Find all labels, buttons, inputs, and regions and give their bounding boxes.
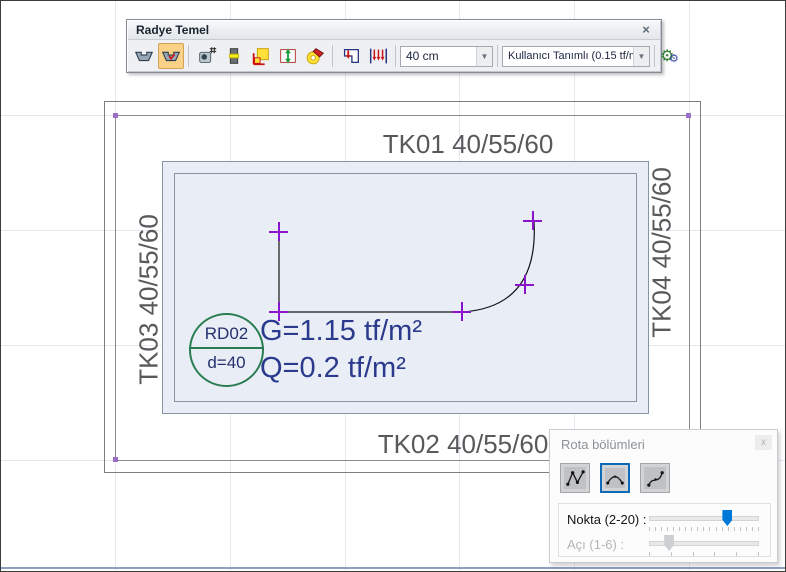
route-point-handle[interactable] — [515, 275, 534, 294]
toolbar-titlebar[interactable]: Radye Temel × — [128, 21, 660, 40]
slider-ticks — [649, 527, 759, 531]
pile-column-button[interactable] — [221, 43, 247, 69]
arc-mode-button[interactable] — [600, 463, 630, 493]
slider-track[interactable] — [649, 516, 759, 521]
thickness-value: 40 cm — [406, 49, 439, 63]
foundation-settings-icon — [198, 47, 216, 63]
erase-region-icon — [306, 48, 324, 65]
region-load-icon — [343, 48, 359, 64]
route-point-handle[interactable] — [452, 302, 471, 321]
soil-load-combobox[interactable]: Kullanıcı Tanımlı (0.15 tf/m² ▼ — [502, 45, 650, 67]
toolbar-separator — [332, 45, 333, 67]
settings-gears-button[interactable]: ⚙ ⚙ — [659, 44, 683, 68]
plate-corner-icon — [252, 48, 269, 66]
slider-ticks — [649, 552, 759, 556]
toolbar-separator — [395, 45, 396, 67]
raft-foundation-button[interactable] — [131, 43, 157, 69]
raft-foundation-active-button[interactable] — [157, 43, 184, 69]
toolbar-separator — [188, 45, 189, 67]
stretch-region-button[interactable] — [275, 43, 301, 69]
polyline-mode-icon — [564, 467, 586, 489]
distributed-loads-button[interactable] — [365, 43, 391, 69]
route-point-handle[interactable] — [523, 211, 542, 230]
toolbar-separator — [654, 45, 655, 67]
region-load-button[interactable] — [338, 43, 364, 69]
route-sections-panel: Rota bölümleri x Nokta (2-20): Açı (1-6… — [549, 429, 778, 563]
angle-slider — [649, 534, 761, 556]
chevron-down-icon[interactable]: ▼ — [633, 46, 649, 66]
thickness-combobox[interactable]: 40 cm ▼ — [400, 45, 493, 67]
points-slider-label: Nokta (2-20) : — [567, 512, 647, 527]
slider-thumb — [664, 535, 675, 551]
route-options-groupbox: Nokta (2-20) : Açı (1-6) : — [558, 503, 771, 557]
toolbar-buttons-row: 40 cm ▼ Kullanıcı Tanımlı (0.15 tf/m² ▼ … — [130, 41, 679, 71]
chevron-down-icon[interactable]: ▼ — [476, 46, 492, 66]
toolbar-title: Radye Temel — [136, 23, 210, 37]
radye-temel-toolbar: Radye Temel × 40 cm ▼ Kullanıcı Tanımlı … — [126, 19, 679, 73]
close-icon[interactable]: x — [755, 435, 772, 450]
raft-foundation-icon — [134, 51, 153, 62]
route-point-handle[interactable] — [269, 302, 288, 321]
route-point-handle[interactable] — [269, 222, 288, 241]
panel-title: Rota bölümleri — [561, 437, 645, 452]
close-icon[interactable]: × — [638, 21, 654, 39]
route-path — [278, 220, 535, 313]
spline-mode-button[interactable] — [640, 463, 670, 493]
erase-region-button[interactable] — [302, 43, 328, 69]
stretch-region-icon — [279, 48, 296, 64]
foundation-settings-button[interactable] — [194, 43, 220, 69]
points-slider[interactable] — [649, 509, 761, 531]
soil-load-value: Kullanıcı Tanımlı (0.15 tf/m² — [508, 50, 633, 62]
pile-column-icon — [228, 48, 239, 64]
polyline-mode-button[interactable] — [560, 463, 590, 493]
raft-foundation-active-icon — [161, 51, 180, 62]
spline-mode-icon — [644, 467, 666, 489]
distributed-loads-icon — [369, 48, 387, 64]
plate-corner-button[interactable] — [248, 43, 274, 69]
arc-mode-icon — [605, 468, 625, 488]
app-window: TK01 40/55/60 TK02 40/55/60 TK03 40/55/6… — [0, 0, 786, 572]
toolbar-separator — [497, 45, 498, 67]
angle-slider-label: Açı (1-6) : — [567, 537, 625, 552]
gear-icon: ⚙ — [669, 53, 679, 65]
slider-thumb[interactable] — [722, 510, 733, 526]
